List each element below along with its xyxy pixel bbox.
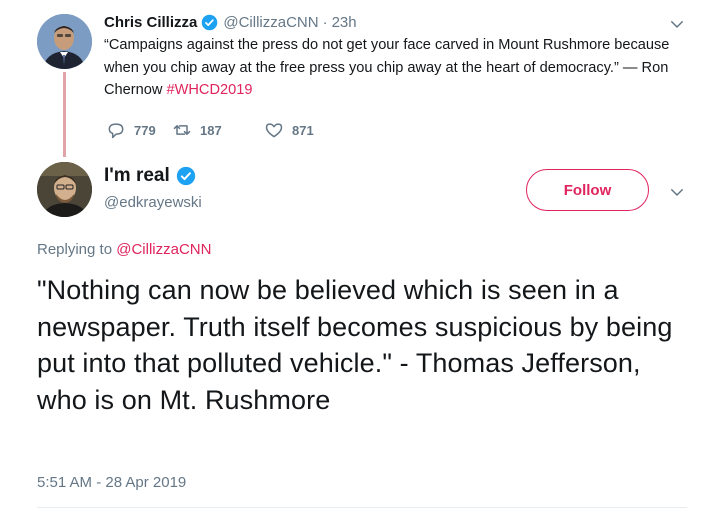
like-count: 871 — [292, 122, 314, 138]
avatar[interactable] — [37, 162, 92, 217]
parent-tweet-time[interactable]: 23h — [332, 14, 357, 31]
parent-author-name[interactable]: Chris Cillizza — [104, 14, 197, 31]
reply-icon — [108, 123, 124, 139]
divider — [37, 507, 687, 508]
avatar-photo — [37, 14, 92, 69]
replying-prefix: Replying to — [37, 241, 117, 258]
like-button[interactable]: 871 — [264, 120, 314, 140]
follow-button[interactable]: Follow — [526, 169, 649, 211]
retweet-count: 187 — [200, 122, 222, 138]
mention-link[interactable]: @CillizzaCNN — [116, 241, 211, 258]
replying-to: Replying to @CillizzaCNN — [37, 241, 211, 258]
parent-tweet-actions: 779 187 871 — [106, 119, 314, 141]
parent-tweet-header: Chris Cillizza @CillizzaCNN · 23h — [104, 11, 357, 33]
reply-count: 779 — [134, 122, 156, 138]
author-handle[interactable]: @edkrayewski — [104, 194, 202, 211]
parent-author-handle[interactable]: @CillizzaCNN — [223, 14, 318, 31]
tweet-text: "Nothing can now be believed which is se… — [37, 275, 673, 415]
hashtag-link[interactable]: #WHCD2019 — [166, 82, 252, 98]
retweet-button[interactable]: 187 — [172, 120, 264, 140]
verified-badge-icon — [202, 14, 218, 30]
author-name-row: I'm real — [104, 165, 201, 187]
parent-tweet-text: “Campaigns against the press do not get … — [104, 34, 679, 102]
retweet-icon — [173, 125, 191, 135]
time-separator: · — [322, 13, 328, 31]
tweet-timestamp[interactable]: 5:51 AM - 28 Apr 2019 — [37, 474, 186, 491]
chevron-down-icon[interactable] — [668, 15, 686, 33]
author-name[interactable]: I'm real — [104, 165, 170, 187]
chevron-down-icon[interactable] — [668, 183, 686, 201]
verified-badge-icon — [176, 166, 195, 186]
avatar[interactable] — [37, 14, 92, 69]
avatar-photo — [37, 162, 92, 217]
like-icon — [265, 123, 283, 138]
reply-button[interactable]: 779 — [106, 120, 172, 140]
thread-connector-line — [63, 72, 66, 157]
